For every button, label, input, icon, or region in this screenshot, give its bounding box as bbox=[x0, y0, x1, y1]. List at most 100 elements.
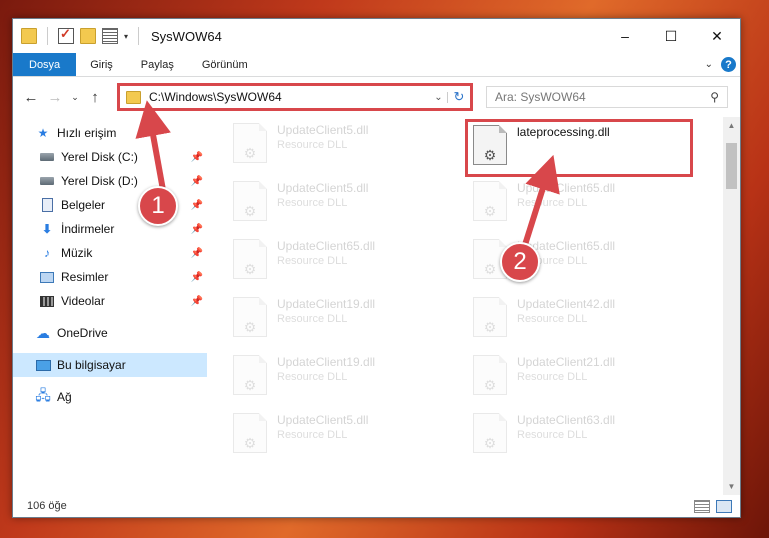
list-item[interactable]: ⚙ UpdateClient19.dll Resource DLL bbox=[229, 293, 454, 349]
sidebar-item-label: Hızlı erişim bbox=[57, 126, 117, 140]
pin-icon: 📌 bbox=[190, 271, 203, 283]
file-type: Resource DLL bbox=[277, 255, 348, 267]
main-area: ★ Hızlı erişim Yerel Disk (C:) 📌 Yerel D… bbox=[13, 117, 740, 495]
search-input[interactable]: Ara: SysWOW64 ⚲ bbox=[486, 86, 728, 108]
pin-icon: 📌 bbox=[190, 151, 203, 163]
view-buttons bbox=[694, 500, 732, 513]
file-name: UpdateClient65.dll bbox=[277, 239, 376, 253]
computer-icon bbox=[35, 358, 51, 372]
list-item[interactable]: ⚙ UpdateClient65.dll Resource DLL bbox=[229, 235, 454, 291]
pictures-icon bbox=[39, 270, 55, 284]
list-item[interactable]: ⚙ UpdateClient65.dll Resource DLL bbox=[469, 177, 694, 233]
documents-icon bbox=[39, 198, 55, 212]
scroll-down-icon[interactable]: ▼ bbox=[723, 482, 740, 491]
pin-icon: 📌 bbox=[190, 223, 203, 235]
customize-icon[interactable]: ▾ bbox=[124, 32, 128, 41]
file-type: Resource DLL bbox=[277, 139, 348, 151]
sidebar-item-label: Yerel Disk (D:) bbox=[61, 174, 138, 188]
file-type: Resource DLL bbox=[277, 371, 348, 383]
music-icon: ♪ bbox=[44, 246, 50, 260]
minimize-button[interactable]: – bbox=[602, 19, 648, 53]
dll-file-icon: ⚙ bbox=[233, 297, 267, 337]
scroll-up-icon[interactable]: ▲ bbox=[723, 121, 740, 130]
refresh-icon[interactable]: ↻ bbox=[448, 89, 470, 105]
sidebar-item-label: Müzik bbox=[61, 246, 93, 260]
properties-check-icon[interactable] bbox=[58, 26, 74, 44]
sidebar-item-local-disk-c[interactable]: Yerel Disk (C:) 📌 bbox=[13, 145, 207, 169]
scrollbar-thumb[interactable] bbox=[726, 143, 737, 189]
step-one-callout: 1 bbox=[138, 186, 178, 226]
sidebar-item-videos[interactable]: Videolar 📌 bbox=[13, 289, 207, 313]
file-type: Resource DLL bbox=[517, 313, 588, 325]
sidebar-item-label: Videolar bbox=[61, 294, 105, 308]
sidebar-item-onedrive[interactable]: ☁ OneDrive bbox=[13, 321, 207, 345]
forward-button[interactable]: → bbox=[43, 89, 67, 106]
sidebar-item-music[interactable]: ♪ Müzik 📌 bbox=[13, 241, 207, 265]
properties-icon[interactable] bbox=[102, 28, 118, 44]
divider bbox=[138, 27, 140, 45]
sidebar-item-quick-access[interactable]: ★ Hızlı erişim bbox=[13, 121, 207, 145]
help-icon[interactable]: ? bbox=[721, 57, 736, 72]
sidebar-item-label: OneDrive bbox=[57, 326, 108, 340]
divider bbox=[47, 27, 48, 45]
pin-icon: 📌 bbox=[190, 247, 203, 259]
downloads-icon: ⬇ bbox=[41, 222, 53, 236]
folder-icon bbox=[126, 90, 141, 104]
maximize-button[interactable]: ☐ bbox=[648, 19, 694, 53]
list-item[interactable]: ⚙ UpdateClient21.dll Resource DLL bbox=[469, 351, 694, 407]
address-bar[interactable]: C:\Windows\SysWOW64 ⌄ ↻ bbox=[117, 83, 473, 111]
title-bar: ▾ SysWOW64 – ☐ ✕ bbox=[13, 19, 740, 53]
list-item[interactable]: ⚙ UpdateClient5.dll Resource DLL bbox=[229, 119, 454, 175]
dll-file-icon: ⚙ bbox=[233, 239, 267, 279]
drive-icon bbox=[39, 150, 55, 164]
large-icons-view-icon[interactable] bbox=[716, 500, 732, 513]
file-name: UpdateClient5.dll bbox=[277, 123, 369, 137]
dll-file-icon: ⚙ bbox=[473, 297, 507, 337]
highlight-box bbox=[465, 119, 693, 177]
close-button[interactable]: ✕ bbox=[694, 19, 740, 53]
ribbon-tabs: Dosya Giriş Paylaş Görünüm ⌄ ? bbox=[13, 53, 740, 77]
dll-file-icon: ⚙ bbox=[473, 355, 507, 395]
recent-locations-icon[interactable]: ⌄ bbox=[67, 92, 83, 103]
back-button[interactable]: ← bbox=[19, 89, 43, 106]
file-name: UpdateClient19.dll bbox=[277, 355, 376, 369]
vertical-scrollbar[interactable]: ▲ ▼ bbox=[723, 117, 740, 495]
file-name: UpdateClient63.dll bbox=[517, 413, 616, 427]
list-item[interactable]: ⚙ UpdateClient63.dll Resource DLL bbox=[469, 409, 694, 465]
network-icon: 🖧 bbox=[35, 387, 51, 403]
up-button[interactable]: ↑ bbox=[83, 89, 107, 106]
tab-file[interactable]: Dosya bbox=[13, 53, 77, 76]
sidebar-item-network[interactable]: 🖧 Ağ bbox=[13, 385, 207, 409]
new-folder-icon[interactable] bbox=[80, 28, 96, 44]
details-view-icon[interactable] bbox=[694, 500, 710, 513]
list-item[interactable]: ⚙ UpdateClient5.dll Resource DLL bbox=[229, 409, 454, 465]
sidebar-item-local-disk-d[interactable]: Yerel Disk (D:) 📌 bbox=[13, 169, 207, 193]
file-type: Resource DLL bbox=[277, 313, 348, 325]
dll-file-icon: ⚙ bbox=[473, 181, 507, 221]
pin-icon: 📌 bbox=[190, 295, 203, 307]
pin-icon: 📌 bbox=[190, 199, 203, 211]
window-title: SysWOW64 bbox=[151, 28, 222, 44]
dll-file-icon: ⚙ bbox=[233, 181, 267, 221]
address-path[interactable]: C:\Windows\SysWOW64 bbox=[149, 90, 430, 104]
tab-share[interactable]: Paylaş bbox=[127, 53, 188, 76]
sidebar-item-downloads[interactable]: ⬇ İndirmeler 📌 bbox=[13, 217, 207, 241]
file-type: Resource DLL bbox=[517, 429, 588, 441]
sidebar-item-this-pc[interactable]: Bu bilgisayar bbox=[13, 353, 207, 377]
item-count: 106 öğe bbox=[27, 500, 67, 512]
list-item[interactable]: ⚙ UpdateClient5.dll Resource DLL bbox=[229, 177, 454, 233]
expand-ribbon-icon[interactable]: ⌄ bbox=[705, 59, 713, 70]
file-name: UpdateClient42.dll bbox=[517, 297, 616, 311]
file-name: UpdateClient5.dll bbox=[277, 181, 369, 195]
sidebar-item-pictures[interactable]: Resimler 📌 bbox=[13, 265, 207, 289]
dll-file-icon: ⚙ bbox=[233, 413, 267, 453]
list-item[interactable]: ⚙ UpdateClient19.dll Resource DLL bbox=[229, 351, 454, 407]
cloud-icon: ☁ bbox=[36, 324, 50, 341]
tab-view[interactable]: Görünüm bbox=[188, 53, 262, 76]
step-two-callout: 2 bbox=[500, 242, 540, 282]
list-item[interactable]: ⚙ UpdateClient42.dll Resource DLL bbox=[469, 293, 694, 349]
tab-home[interactable]: Giriş bbox=[76, 53, 127, 76]
address-dropdown-icon[interactable]: ⌄ bbox=[430, 91, 448, 103]
file-list: ⚙ UpdateClient5.dll Resource DLL ⚙ Update… bbox=[207, 117, 740, 495]
search-icon[interactable]: ⚲ bbox=[710, 90, 719, 104]
